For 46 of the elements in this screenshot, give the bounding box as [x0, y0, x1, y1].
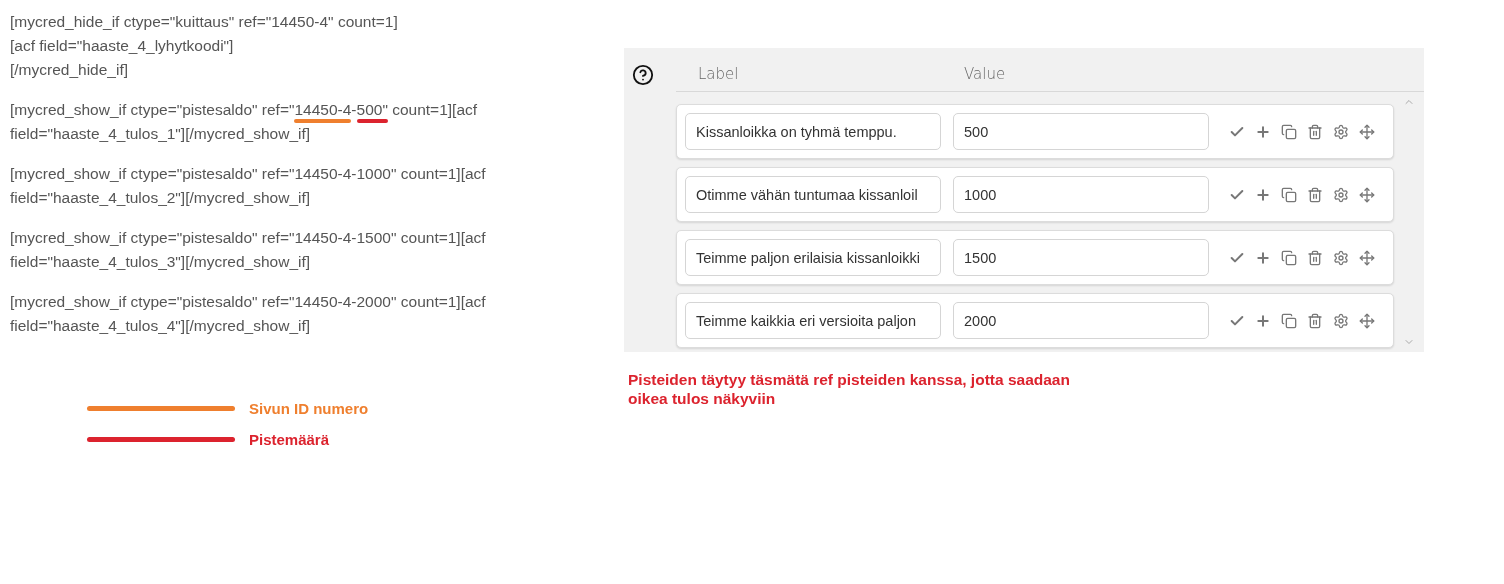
- copy-icon[interactable]: [1281, 186, 1297, 203]
- plus-icon[interactable]: [1255, 123, 1271, 140]
- note-text: oikea tulos näkyviin: [628, 389, 777, 408]
- copy-icon[interactable]: [1281, 123, 1297, 140]
- code-line: [mycred_show_if ctype="pistesaldo" ref="14450-4-500" count=1][acf: [10, 98, 624, 122]
- plus-icon[interactable]: [1255, 312, 1271, 329]
- code-line: field="haaste_4_tulos_1"][/mycred_show_if]: [10, 124, 312, 144]
- label-field[interactable]: Teimme paljon erilaisia kissanloikki: [685, 239, 941, 276]
- gear-icon[interactable]: [1333, 123, 1349, 140]
- value-field[interactable]: 1000: [953, 176, 1209, 213]
- trash-icon[interactable]: [1307, 123, 1323, 140]
- label-field[interactable]: Otimme vähän tuntumaa kissanloil: [685, 176, 941, 213]
- gear-icon[interactable]: [1333, 312, 1349, 329]
- move-icon[interactable]: [1359, 123, 1375, 140]
- trash-icon[interactable]: [1307, 186, 1323, 203]
- gear-icon[interactable]: [1333, 186, 1349, 203]
- code-line: [mycred_show_if ctype="pistesaldo" ref="14450-4-1000" count=1][acf: [10, 164, 487, 184]
- copy-icon[interactable]: [1281, 249, 1297, 266]
- code-line: [acf field="haaste_4_lyhytkoodi"]: [10, 36, 235, 56]
- trash-icon[interactable]: [1307, 312, 1323, 329]
- code-line: field="haaste_4_tulos_2"][/mycred_show_if]: [10, 188, 312, 208]
- value-field[interactable]: 1500: [953, 239, 1209, 276]
- code-line: [mycred_hide_if ctype="kuittaus" ref="14450-4" count=1]: [10, 12, 399, 32]
- gear-icon[interactable]: [1333, 249, 1349, 266]
- trash-icon[interactable]: [1307, 249, 1323, 266]
- label-field[interactable]: Kissanloikka on tyhmä temppu.: [685, 113, 941, 150]
- plus-icon[interactable]: [1255, 249, 1271, 266]
- plus-icon[interactable]: [1255, 186, 1271, 203]
- column-header: Value: [964, 65, 1007, 83]
- code-line: [mycred_show_if ctype="pistesaldo" ref="14450-4-2000" count=1][acf: [10, 292, 487, 312]
- code-line: field="haaste_4_tulos_4"][/mycred_show_if]: [10, 316, 312, 336]
- column-header: Label: [698, 65, 740, 83]
- code-line: field="haaste_4_tulos_3"][/mycred_show_if]: [10, 252, 312, 272]
- help-icon[interactable]: [632, 64, 654, 86]
- move-icon[interactable]: [1359, 186, 1375, 203]
- copy-icon[interactable]: [1281, 312, 1297, 329]
- value-field[interactable]: 2000: [953, 302, 1209, 339]
- legend-label: Sivun ID numero: [249, 400, 369, 417]
- legend-label: Pistemäärä: [249, 431, 330, 448]
- code-line: [mycred_show_if ctype="pistesaldo" ref="14450-4-1500" count=1][acf: [10, 228, 487, 248]
- move-icon[interactable]: [1359, 249, 1375, 266]
- value-field[interactable]: 500: [953, 113, 1209, 150]
- note-text: Pisteiden täytyy täsmätä ref pisteiden kanssa, jotta saadaan: [628, 370, 1071, 389]
- move-icon[interactable]: [1359, 312, 1375, 329]
- code-line: [/mycred_hide_if]: [10, 60, 130, 80]
- label-field[interactable]: Teimme kaikkia eri versioita paljon: [685, 302, 941, 339]
